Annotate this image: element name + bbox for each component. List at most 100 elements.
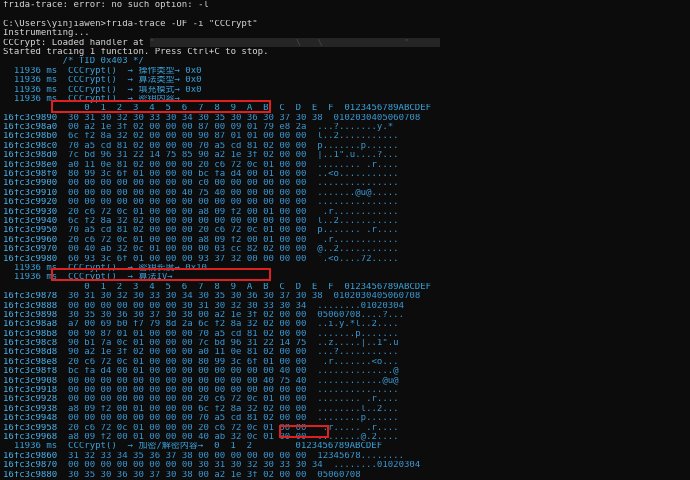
hexdump-row: 16fc3c9908 00 00 00 00 00 00 00 00 00 00… (3, 377, 690, 386)
hexdump-row: 16fc3c9958 20 c6 72 0c 01 00 00 00 20 c6… (3, 424, 690, 433)
header-line: frida-trace: error: no such option: -l (3, 1, 209, 10)
hexdump-row: 16fc3c98f0 80 99 3c 6f 01 00 00 00 bc fa… (3, 170, 690, 179)
hexdump-ascii: ............... (317, 198, 399, 208)
hexdump-ascii: .r..... .r.... (317, 423, 399, 433)
hexdump-row: 16fc3c9878 30 31 30 32 30 33 30 34 30 35… (3, 292, 690, 301)
hexdump-ascii: ........01020304 (317, 301, 404, 311)
hexdump-row: 16fc3c9880 30 35 30 36 30 37 30 38 00 a2… (3, 471, 690, 480)
hexdump-row: 16fc3c98b8 00 90 87 01 01 00 00 00 70 a5… (3, 330, 690, 339)
hexdump-bytes: 00 90 87 01 01 00 00 00 70 a5 cd 81 02 0… (68, 329, 307, 339)
hexdump-ascii: p.......p...... (317, 141, 399, 151)
hexdump-address: 16fc3c9980 (3, 254, 58, 264)
hexdump-address: 16fc3c98b8 (3, 329, 58, 339)
hexdump-ascii: ........ .r.... (317, 395, 399, 405)
hexdump-ascii: ........p...... (317, 414, 399, 424)
hexdump-address: 16fc3c98c0 (3, 141, 58, 151)
hexdump-address: 16fc3c9958 (3, 423, 58, 433)
trace-header: frida-trace: error: no such option: -l C:… (3, 1, 690, 104)
hexdump-ascii: .r............ (317, 207, 399, 217)
hexdump-ascii: .r.......<o... (317, 357, 399, 367)
hexdump-bytes: 90 a2 1e 3f 02 00 00 00 a0 11 0e 81 02 0… (68, 348, 307, 358)
hexdump-address: 16fc3c98d8 (3, 348, 58, 358)
hexdump-ascii: ...?........... (317, 348, 399, 358)
hexdump-bytes: 00 00 00 00 00 00 00 00 30 31 30 32 30 3… (68, 461, 323, 471)
hexdump-row: 16fc3c9888 00 00 00 00 00 00 00 30 31 30… (3, 302, 690, 311)
header-line: Started tracing 1 function. Press Ctrl+C… (3, 47, 269, 57)
hexdump-bytes: 6c f2 8a 32 02 00 00 00 00 00 00 00 00 0… (68, 216, 307, 226)
hexdump-bytes: 00 00 00 00 00 00 00 00 20 c6 72 0c 01 0… (68, 395, 307, 405)
hexdump-ascii: |..1".u....?... (317, 151, 399, 161)
hexdump-ascii: l..2........... (317, 216, 399, 226)
hexdump-bytes: 00 00 00 00 00 00 00 00 00 00 00 00 40 7… (68, 376, 307, 386)
header-line: 11936 ms CCCrypt() → 填充模式→ 0x0 (3, 85, 202, 95)
hexdump-address: 16fc3c9930 (3, 207, 58, 217)
hexdump-address: 16fc3c98f0 (3, 170, 58, 180)
hexdump-row: 16fc3c98d8 90 a2 1e 3f 02 00 00 00 a0 11… (3, 348, 690, 357)
hexdump-bytes: 30 31 30 32 30 33 30 34 30 35 30 36 30 3… (68, 113, 323, 123)
header-line: C:\Users\yinjiawen>frida-trace -UF -i "C… (3, 19, 258, 29)
hexdump-bytes: 60 93 3c 6f 01 00 00 00 93 37 32 00 00 0… (68, 254, 307, 264)
hexdump-ascii: 05060708 (317, 470, 361, 480)
hexdump-row: 16fc3c9970 00 40 ab 32 0c 01 00 00 00 03… (3, 245, 690, 254)
hexdump-row: 16fc3c98b0 6c f2 8a 32 02 00 00 00 90 87… (3, 132, 690, 141)
hexdump-row: 16fc3c98f8 bc fa d4 00 01 00 00 00 00 00… (3, 367, 690, 376)
hexdump-ascii: ............@u@ (317, 376, 399, 386)
hexdump-address: 16fc3c9950 (3, 226, 58, 236)
hexdump-bytes: 80 99 3c 6f 01 00 00 00 bc fa d4 00 01 0… (68, 170, 307, 180)
hexdump-address: 16fc3c9928 (3, 395, 58, 405)
hexdump-address: 16fc3c9878 (3, 292, 58, 302)
hexdump-ascii: 0102030405060708 (333, 292, 421, 302)
hexdump-address: 16fc3c9938 (3, 404, 58, 414)
hexdump-row: 16fc3c9900 00 00 00 00 00 00 00 00 c0 00… (3, 179, 690, 188)
hexdump-bytes: 00 00 00 00 00 00 00 00 00 00 00 00 00 0… (68, 198, 307, 208)
redacted-path (150, 38, 440, 47)
hexdump-address: 16fc3c9870 (3, 461, 58, 471)
hexdump-address: 16fc3c98a0 (3, 123, 58, 133)
hexdump-address: 16fc3c98f8 (3, 367, 58, 377)
hexdump-row: 16fc3c98d0 7c bd 96 31 22 14 75 85 90 a2… (3, 151, 690, 160)
hexdump-ascii: ..i.y.*l..2.... (317, 320, 399, 330)
hexdump-ascii: .r............ (317, 235, 399, 245)
hexdump-row: 16fc3c98c0 70 a5 cd 81 02 00 00 00 70 a5… (3, 142, 690, 151)
hexdump-bytes: 31 32 33 34 35 36 37 38 00 00 00 00 00 0… (68, 451, 307, 461)
hexdump-row: 16fc3c9938 a8 09 f2 00 01 00 00 00 6c f2… (3, 405, 690, 414)
hexdump-address: 16fc3c98a8 (3, 320, 58, 330)
hexdump-iv: 0 1 2 3 4 5 6 7 8 9 A B C D E F 01234567… (3, 283, 690, 443)
hexdump-row: 16fc3c98e8 20 c6 72 0c 01 00 00 00 80 99… (3, 358, 690, 367)
hexdump-bytes: 20 c6 72 0c 01 00 00 00 80 99 3c 6f 01 0… (68, 357, 307, 367)
hexdump-ascii: ........l..2... (317, 404, 399, 414)
hexdump-address: 16fc3c98e0 (3, 160, 58, 170)
hexdump-ascii: .......p....... (317, 329, 399, 339)
terminal-window[interactable]: frida-trace: error: no such option: -l C:… (0, 0, 690, 479)
hexdump-bytes: 6c f2 8a 32 02 00 00 00 90 87 01 01 00 0… (68, 132, 307, 142)
hexdump-row: 16fc3c9980 60 93 3c 6f 01 00 00 00 93 37… (3, 255, 690, 264)
hexdump-address: 16fc3c9918 (3, 386, 58, 396)
hexdump-row: 16fc3c98c8 90 b1 7a 0c 01 00 00 00 7c bd… (3, 339, 690, 348)
hexdump-bytes: a0 11 0e 81 02 00 00 00 20 c6 72 0c 01 0… (68, 160, 307, 170)
hexdump-ascii: l..2........... (317, 132, 399, 142)
hexdump-bytes: 00 00 00 00 00 00 00 00 00 00 00 00 00 0… (68, 386, 307, 396)
hexdump-ascii: ........01020304 (333, 461, 421, 471)
hexdump-bytes: 00 40 ab 32 0c 01 00 00 00 03 cc 82 02 0… (68, 245, 307, 255)
hexdump-row: 16fc3c9928 00 00 00 00 00 00 00 00 20 c6… (3, 395, 690, 404)
hexdump-ascii: ..z.....|..1".u (317, 339, 399, 349)
hexdump-bytes: a8 09 f2 00 01 00 00 00 40 ab 32 0c 01 0… (68, 432, 307, 442)
hexdump-bytes: 70 a5 cd 81 02 00 00 00 20 c6 72 0c 01 0… (68, 226, 307, 236)
hexdump-ascii: 05060708....?... (317, 310, 404, 320)
hexdump-address: 16fc3c9970 (3, 245, 58, 255)
hexdump-address: 16fc3c98e8 (3, 357, 58, 367)
hexdump-row: 16fc3c9940 6c f2 8a 32 02 00 00 00 00 00… (3, 217, 690, 226)
hexdump-row: 16fc3c9918 00 00 00 00 00 00 00 00 00 00… (3, 386, 690, 395)
hexdump-ascii: ..............@ (317, 367, 399, 377)
hexdump-row: 16fc3c9890 30 31 30 32 30 33 30 34 30 35… (3, 114, 690, 123)
hexdump-address: 16fc3c98c8 (3, 339, 58, 349)
hexdump-address: 16fc3c9890 (3, 113, 58, 123)
header-line (3, 10, 690, 19)
hexdump-row: 16fc3c9948 00 00 00 00 00 00 00 00 70 a5… (3, 414, 690, 423)
hexdump-ascii: ............... (317, 179, 399, 189)
plaintext-highlight-box (279, 425, 329, 438)
hexdump-bytes: 00 00 00 00 00 00 00 40 75 40 00 00 00 0… (68, 188, 307, 198)
hexdump-bytes: 20 c6 72 0c 01 00 00 00 20 c6 72 0c 01 0… (68, 423, 307, 433)
hexdump-row: 16fc3c98a8 a7 00 69 b0 f7 79 8d 2a 6c f2… (3, 320, 690, 329)
content-label: 11936 ms CCCrypt() → 加密/解密内容→ 0 1 2 0123… (3, 442, 383, 452)
